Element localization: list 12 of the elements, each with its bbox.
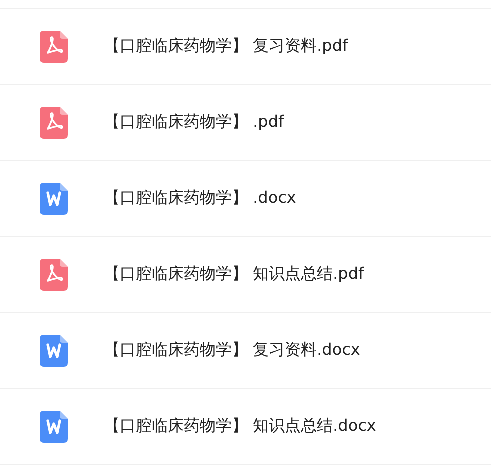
pdf-file-icon xyxy=(40,106,68,138)
file-name[interactable]: 【口腔临床药物学】 知识点总结.pdf xyxy=(104,264,364,285)
file-name[interactable]: 【口腔临床药物学】 .pdf xyxy=(104,112,284,133)
file-name[interactable]: 【口腔临床药物学】 知识点总结.docx xyxy=(104,416,376,437)
pdf-file-icon xyxy=(40,258,68,290)
word-file-icon xyxy=(40,410,68,442)
file-name[interactable]: 【口腔临床药物学】 复习资料.pdf xyxy=(104,36,348,57)
file-name[interactable]: 【口腔临床药物学】 复习资料.docx xyxy=(104,340,360,361)
word-file-icon xyxy=(40,182,68,214)
pdf-file-icon xyxy=(40,30,68,62)
file-name[interactable]: 【口腔临床药物学】 .docx xyxy=(104,188,296,209)
word-file-icon xyxy=(40,334,68,366)
